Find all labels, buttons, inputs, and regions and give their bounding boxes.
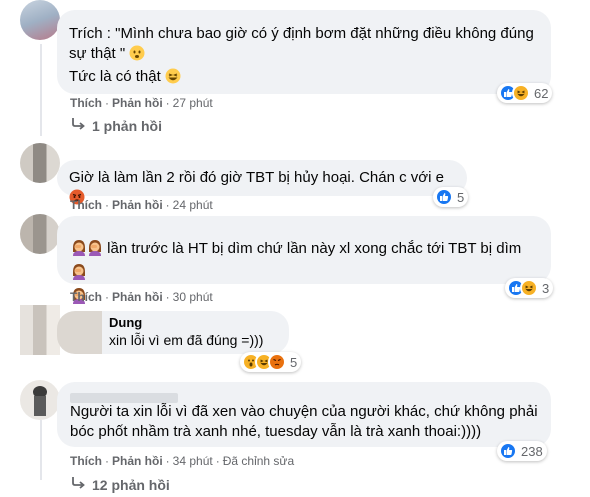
reply-arrow-icon — [70, 117, 86, 134]
reply-button[interactable]: Phản hồi — [112, 198, 163, 212]
view-replies-button[interactable]: 12 phản hồi — [70, 476, 170, 493]
grinning-emoji — [165, 68, 181, 90]
comment-author[interactable] — [70, 388, 178, 408]
comment-actions: Thích · Phản hồi · 34 phút · Đã chỉnh sửa — [70, 454, 295, 468]
comment-bubble: Người ta xin lỗi vì đã xen vào chuyện củ… — [57, 382, 551, 447]
replies-count-label: 12 phản hồi — [92, 476, 170, 493]
comment-bubble: lần trước là HT bị dìm chứ lần này xl xo… — [57, 216, 551, 304]
reply-button[interactable]: Phản hồi — [112, 454, 163, 468]
avatar[interactable] — [20, 143, 60, 183]
like-button[interactable]: Thích — [70, 290, 102, 304]
avatar-figure — [33, 386, 47, 416]
comment-text: xin lỗi vì em đã đúng =))) — [109, 332, 264, 348]
avatar[interactable] — [20, 0, 60, 40]
reaction-summary[interactable]: 3 — [505, 278, 554, 298]
reaction-summary[interactable]: 5 — [240, 352, 302, 372]
like-icon — [435, 188, 453, 206]
reaction-count: 5 — [290, 354, 298, 370]
comment-author[interactable]: Dung — [109, 315, 277, 331]
comment-text: Tức là có thật — [69, 67, 539, 90]
comment-text: lần trước là HT bị dìm chứ lần này xl xo… — [71, 238, 539, 286]
reply-button[interactable]: Phản hồi — [112, 290, 163, 304]
haha-icon — [512, 84, 530, 102]
comment-text: sự thật " — [69, 44, 539, 67]
view-replies-button[interactable]: 1 phản hồi — [70, 117, 162, 134]
thread-line — [40, 44, 42, 136]
edited-label[interactable]: Đã chỉnh sửa — [223, 454, 294, 468]
woman-facepalming-emoji — [87, 238, 103, 262]
worried-emoji — [129, 45, 145, 67]
like-button[interactable]: Thích — [70, 96, 102, 110]
like-icon — [499, 442, 517, 460]
comment-actions: Thích · Phản hồi · 27 phút — [70, 96, 213, 110]
avatar[interactable] — [20, 214, 60, 254]
woman-facepalming-emoji — [71, 262, 87, 286]
reaction-count: 5 — [457, 189, 465, 205]
reaction-count: 238 — [521, 443, 543, 459]
replies-count-label: 1 phản hồi — [92, 117, 162, 134]
comment-text: bóc phốt nhầm trà xanh nhé, tuesday vẫn … — [70, 423, 482, 440]
reaction-summary[interactable]: 238 — [497, 441, 547, 461]
avatar[interactable] — [20, 380, 60, 420]
timestamp[interactable]: 30 phút — [173, 290, 213, 304]
reaction-summary[interactable]: 5 — [433, 187, 469, 207]
reaction-count: 3 — [542, 280, 550, 296]
woman-facepalming-emoji — [71, 238, 87, 262]
like-button[interactable]: Thích — [70, 198, 102, 212]
reply-arrow-icon — [70, 476, 86, 493]
comment-actions: Thích · Phản hồi · 24 phút — [70, 198, 213, 212]
reaction-summary[interactable]: 62 — [497, 83, 553, 103]
reaction-count: 62 — [534, 85, 549, 101]
comment-actions: Thích · Phản hồi · 30 phút — [70, 290, 213, 304]
avatar[interactable] — [20, 305, 60, 355]
timestamp[interactable]: 27 phút — [173, 96, 213, 110]
comment-text: Trích : "Mình chưa bao giờ có ý định bơm… — [69, 25, 534, 42]
thread-line — [40, 420, 42, 480]
comment-bubble: Giờ là làm lần 2 rồi đó giờ TBT bị hủy h… — [57, 160, 467, 205]
reply-button[interactable]: Phản hồi — [112, 96, 163, 110]
like-button[interactable]: Thích — [70, 454, 102, 468]
comment-bubble: Dung xin lỗi vì em đã đúng =))) — [57, 311, 289, 354]
timestamp[interactable]: 24 phút — [173, 198, 213, 212]
angry-icon — [268, 353, 286, 371]
haha-icon — [520, 279, 538, 297]
comment-bubble: Trích : "Mình chưa bao giờ có ý định bơm… — [57, 10, 551, 94]
timestamp[interactable]: 34 phút — [173, 454, 213, 468]
